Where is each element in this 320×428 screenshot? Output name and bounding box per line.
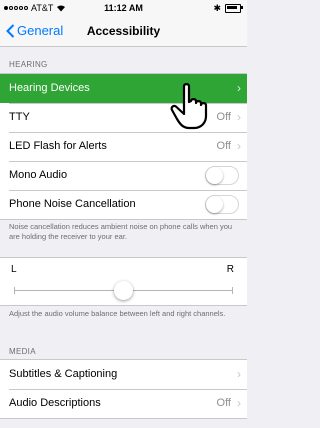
row-value: Off [216,140,231,152]
noise-cancellation-toggle[interactable] [205,195,239,214]
row-label: Hearing Devices [9,82,90,94]
row-subtitles-captioning[interactable]: Subtitles & Captioning › [0,360,247,389]
row-label: Audio Descriptions [9,397,101,409]
status-bar: AT&T 11:12 AM ✱ [0,0,247,16]
section-header-hearing: HEARING [9,60,48,69]
chevron-right-icon: › [237,110,241,124]
media-group: Subtitles & Captioning › Audio Descripti… [0,359,247,419]
row-value: Off [216,111,231,123]
noise-cancellation-note: Noise cancellation reduces ambient noise… [9,222,233,241]
tick-left [14,287,15,294]
section-header-media: MEDIA [9,347,36,356]
battery-icon [225,4,243,13]
row-label: Phone Noise Cancellation [9,198,136,210]
hand-pointer-icon [170,83,208,130]
row-led-flash[interactable]: LED Flash for Alerts Off › [0,132,247,161]
mono-audio-toggle[interactable] [205,166,239,185]
balance-slider-thumb[interactable] [114,281,133,300]
nav-bar: General Accessibility [0,16,247,47]
row-label: Subtitles & Captioning [9,368,118,380]
row-value: Off [216,397,231,409]
bluetooth-icon: ✱ [213,3,221,13]
balance-note: Adjust the audio volume balance between … [9,309,226,318]
row-label: TTY [9,111,30,123]
balance-slider-area: L R [0,257,247,306]
status-right: ✱ [213,3,243,14]
chevron-right-icon: › [237,396,241,410]
status-time: 11:12 AM [104,3,143,13]
row-label: LED Flash for Alerts [9,140,107,152]
chevron-right-icon: › [237,367,241,381]
chevron-right-icon: › [237,139,241,153]
balance-left-label: L [11,264,17,275]
tick-right [232,287,233,294]
chevron-right-icon: › [237,81,241,95]
row-mono-audio: Mono Audio [0,161,247,190]
page-title: Accessibility [86,24,161,38]
row-label: Mono Audio [9,169,68,181]
balance-right-label: R [226,264,234,275]
row-audio-descriptions[interactable]: Audio Descriptions Off › [0,389,247,418]
row-phone-noise-cancellation: Phone Noise Cancellation [0,190,247,219]
